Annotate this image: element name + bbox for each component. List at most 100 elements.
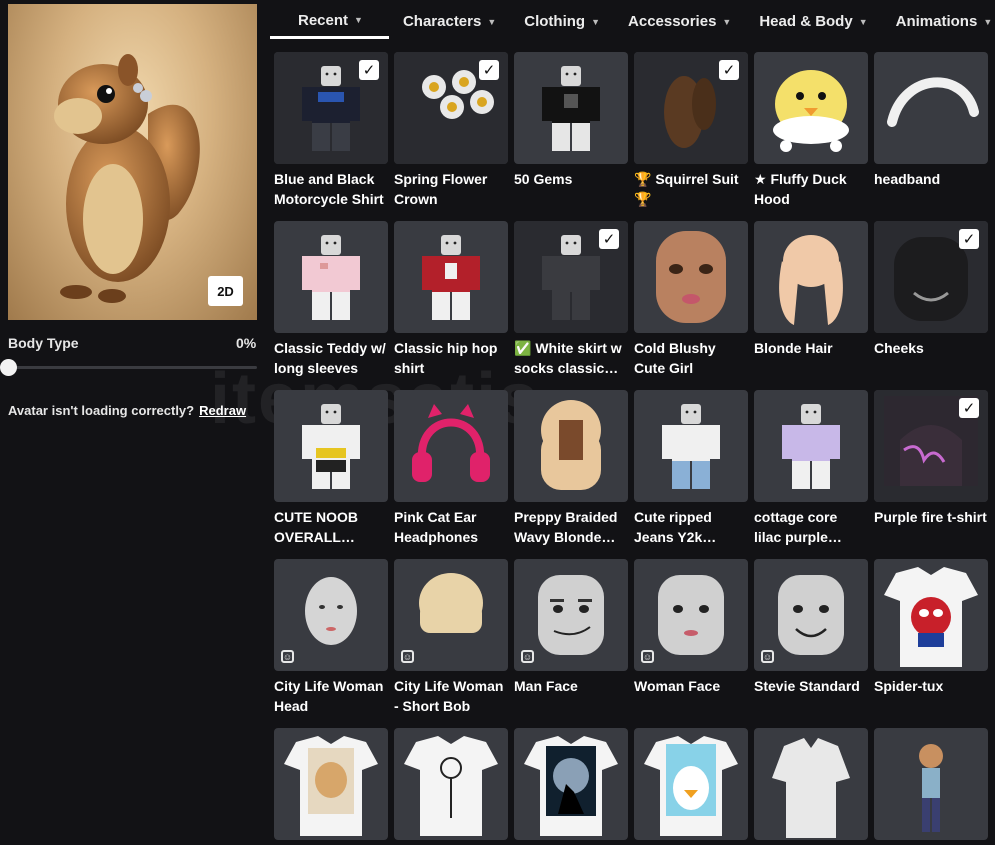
face-badge-icon: ☺ [401,650,414,663]
item-thumbnail[interactable]: ✓ [874,221,988,333]
chevron-down-icon: ▼ [858,16,868,27]
item-thumbnail[interactable]: ☺ [394,559,508,671]
item-thumbnail[interactable]: ☺ [274,559,388,671]
item-card[interactable]: Pink Cat Ear Headphones [394,390,508,547]
chevron-down-icon: ▼ [487,16,497,27]
chevron-down-icon: ▼ [354,15,363,25]
overall-icon [302,404,360,489]
item-thumbnail[interactable] [634,221,748,333]
item-card[interactable] [634,728,748,845]
item-card[interactable]: ✓ Cheeks [874,221,988,358]
item-card[interactable]: Preppy Braided Wavy Blonde… [514,390,628,547]
item-name: headband [874,171,941,187]
headphones-icon [412,404,490,482]
item-thumbnail[interactable] [394,390,508,502]
item-card[interactable]: headband [874,52,988,189]
item-thumbnail[interactable]: ☺ [634,559,748,671]
gems-shirt-icon [542,66,600,151]
item-thumbnail[interactable] [754,728,868,840]
item-thumbnail[interactable] [754,52,868,164]
item-card[interactable]: ✓ Blue and Black Motorcycle Shirt [274,52,388,209]
item-name: Blonde Hair [754,340,833,356]
body-type-slider-thumb[interactable] [0,359,17,376]
tab-label: Characters [402,13,482,30]
item-thumbnail[interactable] [394,728,508,840]
checkmark-icon[interactable]: ✓ [959,229,979,249]
tab-accessories[interactable]: Accessories ▼ [614,4,745,39]
item-thumbnail[interactable] [274,390,388,502]
face-badge-icon: ☺ [761,650,774,663]
item-card[interactable]: cottage core lilac purple… [754,390,868,547]
avatar-preview[interactable]: 2D [8,4,257,320]
chevron-down-icon: ▼ [591,16,601,27]
item-thumbnail[interactable] [874,559,988,671]
item-thumbnail[interactable] [274,728,388,840]
item-card[interactable]: Spider-tux [874,559,988,696]
item-card[interactable]: CUTE NOOB OVERALL… [274,390,388,547]
tab-recent[interactable]: Recent ▼ [270,4,389,39]
item-card[interactable]: Blonde Hair [754,221,868,358]
item-name: City Life Woman Head [274,678,384,714]
item-card[interactable]: Classic hip hop shirt [394,221,508,378]
item-thumbnail[interactable] [754,390,868,502]
item-card[interactable]: ✓ 🏆 Squirrel Suit 🏆 [634,52,748,209]
item-card[interactable]: ✓ ✅ White skirt w socks classic… [514,221,628,378]
item-card[interactable]: ☺ Woman Face [634,559,748,696]
item-name: Classic Teddy w/ long sleeves [274,340,386,376]
tshirt-wolf-icon [524,736,618,836]
tshirt-penguin-icon [644,736,738,836]
item-card[interactable]: Cold Blushy Cute Girl [634,221,748,378]
item-thumbnail[interactable] [514,390,628,502]
tab-animations[interactable]: Animations ▼ [882,4,995,39]
item-card[interactable]: ☺ City Life Woman Head [274,559,388,716]
item-card[interactable] [754,728,868,845]
item-card[interactable] [274,728,388,845]
item-thumbnail[interactable]: ✓ [634,52,748,164]
item-thumbnail[interactable] [634,390,748,502]
checkmark-icon[interactable]: ✓ [959,398,979,418]
checkmark-icon[interactable]: ✓ [479,60,499,80]
item-card[interactable]: ☺ City Life Woman - Short Bob [394,559,508,716]
checkmark-icon[interactable]: ✓ [719,60,739,80]
body-type-slider-track[interactable] [8,366,257,369]
item-name: ★ Fluffy Duck Hood [754,171,847,207]
item-thumbnail[interactable]: ✓ [874,390,988,502]
jeans-icon [662,404,720,489]
chevron-down-icon: ▼ [983,16,993,27]
item-thumbnail[interactable] [874,728,988,840]
item-card[interactable]: ☺ Man Face [514,559,628,696]
checkmark-icon[interactable]: ✓ [359,60,379,80]
item-thumbnail[interactable] [274,221,388,333]
item-card[interactable]: ☺ Stevie Standard [754,559,868,696]
view-2d-toggle-button[interactable]: 2D [208,276,243,306]
item-card[interactable]: ★ Fluffy Duck Hood [754,52,868,209]
item-thumbnail[interactable] [874,52,988,164]
item-card[interactable] [874,728,988,845]
item-card[interactable]: 50 Gems [514,52,628,189]
redraw-link[interactable]: Redraw [199,403,246,418]
tab-clothing[interactable]: Clothing ▼ [510,4,614,39]
tshirt-flower-icon [404,736,498,836]
item-card[interactable]: Classic Teddy w/ long sleeves [274,221,388,378]
item-thumbnail[interactable]: ✓ [514,221,628,333]
item-name: Woman Face [634,678,721,694]
tab-head-body[interactable]: Head & Body ▼ [745,4,881,39]
item-name: Stevie Standard [754,678,860,694]
item-thumbnail[interactable] [394,221,508,333]
item-card[interactable] [394,728,508,845]
item-card[interactable]: ✓ Spring Flower Crown [394,52,508,209]
item-thumbnail[interactable] [514,728,628,840]
item-thumbnail[interactable]: ✓ [394,52,508,164]
item-thumbnail[interactable] [754,221,868,333]
item-card[interactable]: Cute ripped Jeans Y2k… [634,390,748,547]
tab-characters[interactable]: Characters ▼ [389,4,510,39]
item-card[interactable]: ✓ Purple fire t-shirt [874,390,988,527]
item-name: Man Face [514,678,578,694]
checkmark-icon[interactable]: ✓ [599,229,619,249]
item-thumbnail[interactable] [634,728,748,840]
item-thumbnail[interactable]: ☺ [514,559,628,671]
item-thumbnail[interactable]: ☺ [754,559,868,671]
item-thumbnail[interactable]: ✓ [274,52,388,164]
item-card[interactable] [514,728,628,845]
item-thumbnail[interactable] [514,52,628,164]
